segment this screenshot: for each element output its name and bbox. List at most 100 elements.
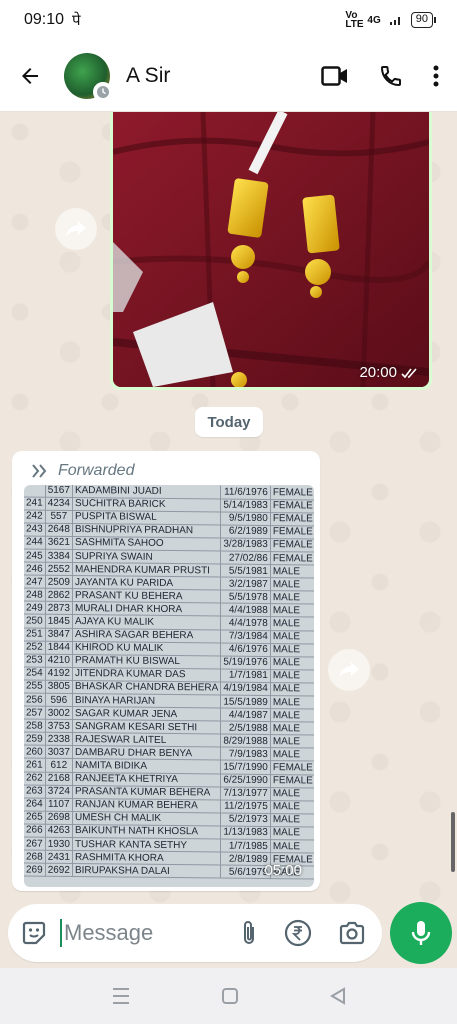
row-gender: MALE xyxy=(270,682,314,697)
row-serial: 259 xyxy=(24,732,46,746)
attach-icon[interactable] xyxy=(240,919,258,947)
camera-icon[interactable] xyxy=(338,921,366,945)
row-gender: FEMALE xyxy=(270,499,314,513)
row-dob: 6/25/1990 xyxy=(220,773,271,788)
row-id: 3037 xyxy=(45,745,73,759)
row-gender: MALE xyxy=(270,590,314,605)
message-time: 20:00 xyxy=(359,364,419,381)
row-serial: 243 xyxy=(24,522,46,537)
row-gender: MALE xyxy=(270,616,314,631)
text-caret xyxy=(60,919,62,947)
row-serial: 267 xyxy=(24,837,46,851)
row-serial: 268 xyxy=(24,850,46,864)
contact-avatar[interactable] xyxy=(64,52,113,102)
row-gender: MALE xyxy=(270,839,314,854)
row-dob: 4/4/1988 xyxy=(220,603,271,617)
row-id: 4192 xyxy=(45,667,73,681)
row-id: 4210 xyxy=(45,653,73,668)
more-options-icon[interactable] xyxy=(433,65,439,87)
row-dob: 4/4/1978 xyxy=(220,616,271,631)
row-id: 2862 xyxy=(45,588,73,602)
row-gender: MALE xyxy=(270,669,314,683)
row-dob: 5/14/1983 xyxy=(220,498,271,513)
row-dob: 3/2/1987 xyxy=(220,577,271,591)
row-serial: 248 xyxy=(24,588,46,602)
row-serial: 265 xyxy=(24,810,46,825)
roster-table: 5167 KADAMBINI JUADI 11/6/1976 FEMALE 241 423… xyxy=(24,485,314,880)
forwarded-label: Forwarded xyxy=(58,462,135,479)
row-id: 3847 xyxy=(45,627,73,642)
row-gender: FEMALE xyxy=(270,761,314,775)
row-gender: MALE xyxy=(270,695,314,710)
forward-button[interactable] xyxy=(55,208,97,250)
row-serial: 244 xyxy=(24,535,46,550)
row-serial: 247 xyxy=(24,575,46,589)
row-dob: 11/2/1975 xyxy=(220,799,271,814)
voice-call-icon[interactable] xyxy=(379,64,403,88)
outgoing-image-message[interactable]: 20:00 xyxy=(110,112,432,390)
row-dob: 11/6/1976 xyxy=(220,485,271,500)
row-dob: 7/3/1984 xyxy=(220,629,271,644)
row-id: 1845 xyxy=(45,614,73,629)
row-serial xyxy=(24,485,46,497)
row-gender: MALE xyxy=(270,721,314,736)
message-input-box[interactable]: Message xyxy=(8,904,382,962)
row-serial: 260 xyxy=(24,745,46,759)
row-id: 3805 xyxy=(45,680,73,694)
row-serial: 245 xyxy=(24,548,46,563)
voice-record-button[interactable] xyxy=(390,902,452,964)
row-dob: 8/29/1988 xyxy=(220,734,271,748)
forward-icon xyxy=(339,662,359,678)
row-dob: 2/5/1988 xyxy=(220,721,271,735)
row-id: 3621 xyxy=(45,536,73,550)
row-id: 1107 xyxy=(45,797,73,812)
row-gender: FEMALE xyxy=(270,486,314,500)
row-serial: 266 xyxy=(24,823,46,838)
forward-button-2[interactable] xyxy=(328,649,370,691)
home-icon[interactable] xyxy=(221,987,239,1005)
rupee-payment-icon[interactable] xyxy=(284,919,312,947)
sticker-icon[interactable] xyxy=(20,919,48,947)
row-serial: 253 xyxy=(24,653,46,668)
row-dob: 5/19/1976 xyxy=(220,655,271,670)
row-id: 596 xyxy=(45,693,73,707)
row-id: 2698 xyxy=(45,811,73,825)
row-id: 3002 xyxy=(45,706,73,720)
row-dob: 5/6/1979 xyxy=(220,865,271,879)
chat-header: A Sir xyxy=(0,40,457,112)
row-dob: 1/13/1983 xyxy=(220,825,271,840)
document-photo[interactable]: 5167 KADAMBINI JUADI 11/6/1976 FEMALE 241 423… xyxy=(24,485,314,887)
status-badge xyxy=(93,81,113,102)
doc-time: 05:00 xyxy=(264,862,302,879)
back-button[interactable] xyxy=(12,58,48,94)
row-serial: 242 xyxy=(24,509,46,523)
contact-name[interactable]: A Sir xyxy=(126,64,170,88)
video-call-icon[interactable] xyxy=(321,65,349,87)
back-nav-icon[interactable] xyxy=(329,987,347,1005)
row-gender: MALE xyxy=(270,656,314,670)
system-nav-bar xyxy=(0,968,457,1024)
message-input[interactable]: Message xyxy=(64,920,153,946)
date-divider: Today xyxy=(195,407,263,437)
row-dob: 5/5/1981 xyxy=(220,564,271,578)
status-time: 09:10 xyxy=(24,11,65,28)
row-id: 2338 xyxy=(45,732,73,746)
row-serial: 263 xyxy=(24,784,46,798)
row-serial: 258 xyxy=(24,719,46,733)
row-gender: FEMALE xyxy=(270,774,314,788)
signal-4g-indicator: 4G xyxy=(367,14,381,26)
row-id: 5167 xyxy=(45,485,73,498)
chat-area[interactable]: 20:00 Today Forwarded 5167 KADAMBINI JUAD… xyxy=(0,112,457,907)
scrollbar[interactable] xyxy=(451,812,455,872)
row-serial: 269 xyxy=(24,863,46,877)
row-serial: 257 xyxy=(24,706,46,720)
earrings-photo[interactable]: 20:00 xyxy=(113,112,429,387)
row-id: 2552 xyxy=(45,562,73,576)
row-id: 1844 xyxy=(45,640,73,655)
signal-icon xyxy=(389,17,400,25)
row-gender: MALE xyxy=(270,734,314,749)
row-gender: MALE xyxy=(270,787,314,801)
row-serial: 256 xyxy=(24,692,46,707)
incoming-image-message[interactable]: Forwarded 5167 KADAMBINI JUADI 11/6/1976 FE… xyxy=(12,451,320,891)
recents-icon[interactable] xyxy=(111,987,131,1005)
